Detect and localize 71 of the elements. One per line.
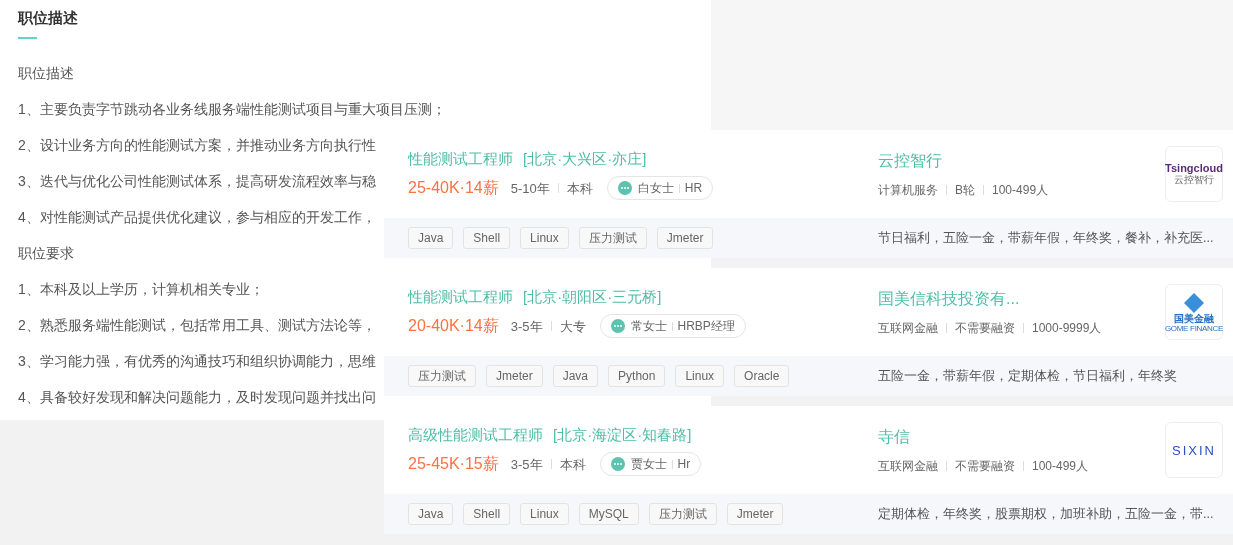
skill-tag: Python	[608, 365, 666, 387]
skill-tag: Oracle	[734, 365, 790, 387]
skill-tag: Java	[552, 365, 599, 387]
description-line: 2、设计业务方向的性能测试方案，并推动业务方向执行性	[18, 136, 376, 155]
description-line: 4、具备较好发现和解决问题能力，及时发现问题并找出问	[18, 388, 376, 407]
education: 本科	[566, 179, 593, 198]
company-size: 1000-9999人	[1032, 320, 1102, 337]
logo-text: 云控智行	[1174, 175, 1214, 185]
recruiter-role: HRBP经理	[677, 318, 735, 336]
skill-tag: Linux	[520, 227, 569, 249]
benefits-text: 五险一金，带薪年假，定期体检，节日福利，年终奖	[878, 367, 1177, 385]
skill-tag: Java	[408, 227, 454, 249]
experience: 5-10年	[510, 179, 550, 198]
job-card[interactable]: 性能测试工程师 [北京·朝阳区·三元桥] 20-40K·14薪 3-5年 大专 常女士 HRBP经理 国美信科技投资有... 互联网金融 不需要融资 1000-9999人 国美金融 GOME FINANCE 压力测试 Jmeter Java Python Linux Oracle 五险一金，带薪年假，定期体检，节日福利，年终奖	[384, 268, 1233, 396]
recruiter-name: 常女士	[630, 318, 667, 336]
description-line: 2、熟悉服务端性能测试，包括常用工具、测试方法论等，	[18, 316, 376, 335]
skill-tag: Jmeter	[486, 365, 543, 387]
company-funding: 不需要融资	[955, 320, 1015, 337]
logo-text: 国美金融	[1174, 313, 1214, 324]
job-location: [北京·大兴区·亦庄]	[523, 148, 647, 169]
skill-tag: 压力测试	[648, 503, 717, 525]
chat-icon	[610, 457, 625, 472]
salary: 20-40K·14薪	[408, 316, 499, 337]
skill-tag: Jmeter	[656, 227, 714, 249]
chat-icon	[617, 181, 632, 196]
skill-tag: Java	[408, 503, 454, 525]
title-underline	[18, 37, 37, 39]
description-line: 3、学习能力强，有优秀的沟通技巧和组织协调能力，思维	[18, 352, 376, 371]
experience: 3-5年	[510, 317, 543, 336]
benefits-text: 节日福利，五险一金，带薪年假，年终奖，餐补，补充医...	[878, 229, 1214, 247]
skill-tag: MySQL	[578, 503, 639, 525]
description-line: 4、对性能测试产品提供优化建议，参与相应的开发工作，	[18, 208, 376, 227]
chat-icon	[610, 319, 625, 334]
job-card[interactable]: 高级性能测试工程师 [北京·海淀区·知春路] 25-45K·15薪 3-5年 本科 贾女士 Hr 寺信 互联网金融 不需要融资 100-499人 SIXIN Java Shell Linux MySQL 压力测试 Jmeter 定期体检，年终奖，股票期权，加班补助，五险一金，带...	[384, 406, 1233, 534]
education: 本科	[559, 455, 586, 474]
company-size: 100-499人	[992, 182, 1049, 199]
skill-tag: 压力测试	[578, 227, 647, 249]
company-industry: 互联网金融	[878, 458, 938, 475]
salary: 25-40K·14薪	[408, 178, 499, 199]
skill-tag: Linux	[520, 503, 569, 525]
company-funding: B轮	[955, 182, 975, 199]
skill-tag: Shell	[463, 503, 511, 525]
job-location: [北京·海淀区·知春路]	[553, 424, 692, 445]
salary: 25-45K·15薪	[408, 454, 499, 475]
description-line: 职位描述	[18, 64, 74, 83]
job-card[interactable]: 性能测试工程师 [北京·大兴区·亦庄] 25-40K·14薪 5-10年 本科 白女士 HR 云控智行 计算机服务 B轮 100-499人 Tsingcloud 云控智行 Java Shell Linux 压力测试 Jmeter 节日福利，五险一金，带薪年假，年终奖，餐补，补充医...	[384, 130, 1233, 258]
recruiter-role: HR	[684, 180, 703, 198]
logo-text: Tsingcloud	[1165, 163, 1223, 174]
description-line: 3、迭代与优化公司性能测试体系，提高研发流程效率与稳	[18, 172, 376, 191]
skill-tag: Shell	[463, 227, 511, 249]
skill-tag: Linux	[675, 365, 725, 387]
section-title: 职位描述	[18, 8, 79, 28]
recruiter-name: 白女士	[637, 180, 674, 198]
benefits-text: 定期体检，年终奖，股票期权，加班补助，五险一金，带...	[878, 505, 1214, 523]
description-line: 职位要求	[18, 244, 74, 263]
recruiter-name: 贾女士	[630, 456, 667, 474]
company-industry: 计算机服务	[878, 182, 938, 199]
experience: 3-5年	[510, 455, 543, 474]
company-industry: 互联网金融	[878, 320, 938, 337]
description-line: 1、本科及以上学历，计算机相关专业；	[18, 280, 264, 299]
job-location: [北京·朝阳区·三元桥]	[523, 286, 662, 307]
skill-tag: 压力测试	[408, 365, 476, 387]
skill-tag: Jmeter	[726, 503, 784, 525]
description-line: 1、主要负责字节跳动各业务线服务端性能测试项目与重大项目压测；	[18, 100, 446, 119]
diamond-logo-icon	[1183, 291, 1205, 314]
company-funding: 不需要融资	[955, 458, 1015, 475]
logo-text: GOME FINANCE	[1164, 324, 1224, 333]
education: 大专	[559, 317, 586, 336]
company-size: 100-499人	[1032, 458, 1089, 475]
logo-text: SIXIN	[1172, 443, 1216, 457]
recruiter-role: Hr	[677, 456, 691, 474]
